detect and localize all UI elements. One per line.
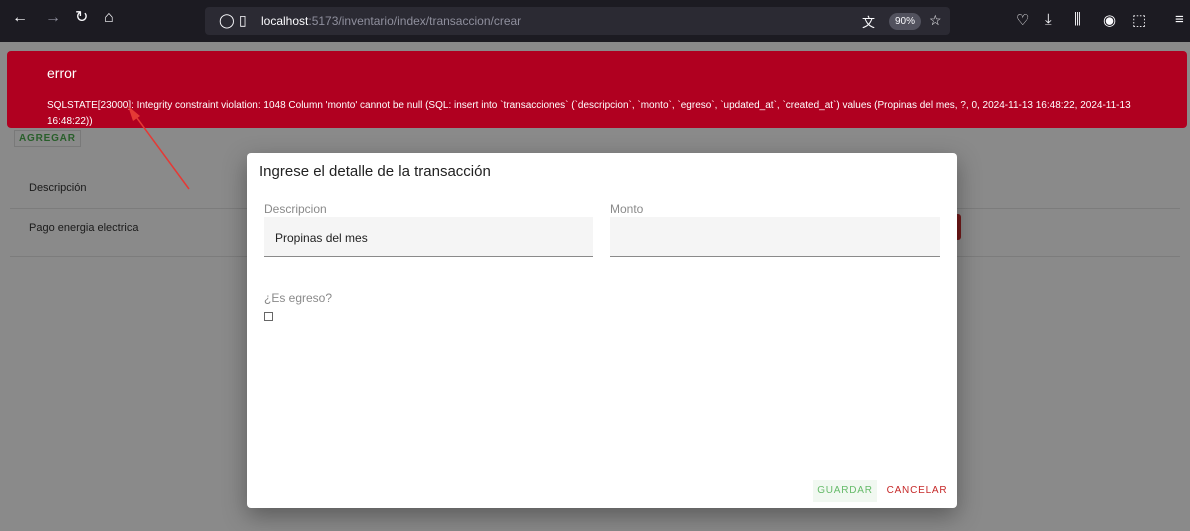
- egreso-checkbox[interactable]: [264, 312, 273, 321]
- browser-toolbar: ← → ↻ ⌂ ◯ ▯ localhost:5173/inventario/in…: [0, 0, 1190, 42]
- back-icon[interactable]: ←: [12, 9, 28, 27]
- page-icon[interactable]: ▯: [239, 12, 247, 29]
- reload-icon[interactable]: ↻: [75, 9, 88, 27]
- url-text[interactable]: localhost:5173/inventario/index/transacc…: [261, 14, 521, 28]
- alert-message: SQLSTATE[23000]: Integrity constraint vi…: [47, 100, 1131, 127]
- address-bar[interactable]: ◯ ▯ localhost:5173/inventario/index/tran…: [205, 7, 950, 35]
- egreso-label: ¿Es egreso?: [264, 291, 333, 305]
- pocket-icon[interactable]: ♡: [1016, 11, 1029, 29]
- zoom-badge[interactable]: 90%: [889, 13, 921, 30]
- menu-icon[interactable]: ≡: [1175, 11, 1184, 28]
- descripcion-field[interactable]: Propinas del mes: [264, 217, 593, 257]
- cancel-button[interactable]: CANCELAR: [885, 480, 949, 502]
- account-icon[interactable]: ◉: [1103, 11, 1116, 29]
- home-icon[interactable]: ⌂: [104, 9, 114, 27]
- shield-icon[interactable]: ◯: [219, 12, 235, 29]
- url-path: :5173/inventario/index/transaccion/crear: [308, 14, 522, 28]
- download-icon[interactable]: ⤓: [1045, 11, 1052, 28]
- library-icon[interactable]: ⫼: [1074, 11, 1081, 28]
- bookmark-star-icon[interactable]: ☆: [929, 12, 942, 29]
- error-alert: error SQLSTATE[23000]: Integrity constra…: [7, 51, 1187, 128]
- monto-label: Monto: [610, 202, 644, 216]
- dialog-title: Ingrese el detalle de la transacción: [259, 163, 491, 180]
- alert-title: error: [47, 65, 77, 81]
- forward-icon[interactable]: →: [45, 9, 61, 27]
- translate-icon[interactable]: 文: [862, 12, 875, 31]
- save-button[interactable]: GUARDAR: [813, 480, 877, 502]
- extensions-icon[interactable]: ⬚: [1132, 11, 1146, 29]
- transaction-dialog: Ingrese el detalle de la transacción Des…: [247, 153, 957, 508]
- descripcion-label: Descripcion: [264, 202, 327, 216]
- descripcion-value: Propinas del mes: [275, 231, 368, 245]
- url-host: localhost: [261, 14, 309, 28]
- monto-field[interactable]: [610, 217, 940, 257]
